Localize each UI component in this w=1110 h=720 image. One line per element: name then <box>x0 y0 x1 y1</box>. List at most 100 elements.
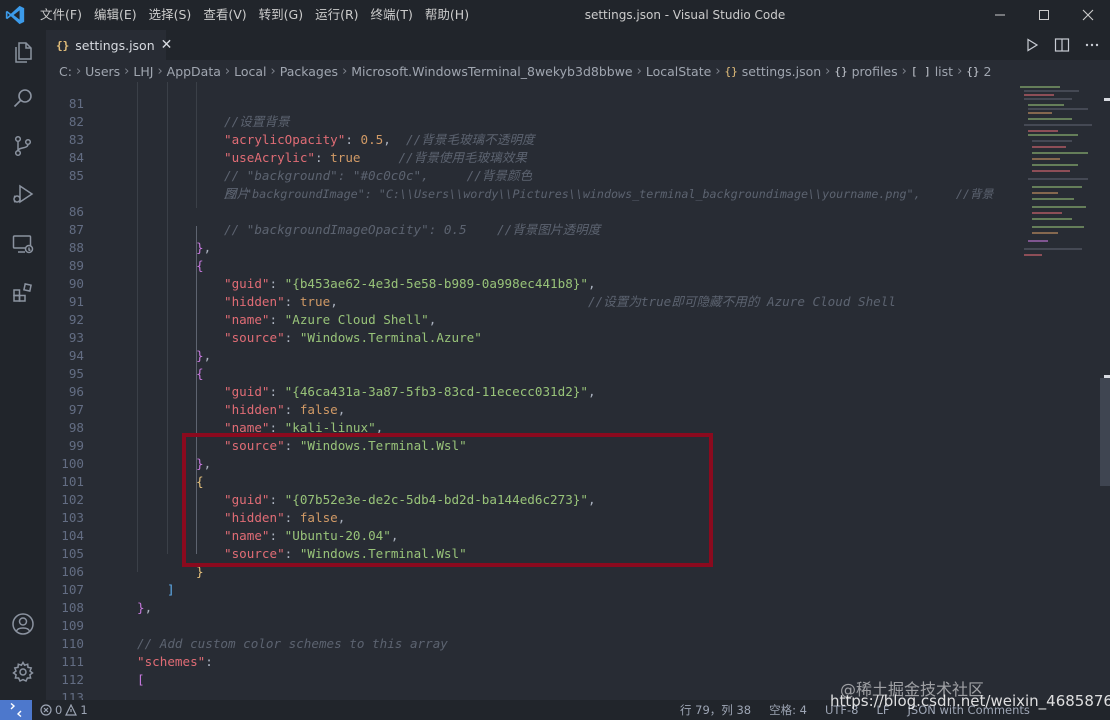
breadcrumb-item[interactable]: LocalState <box>646 64 712 79</box>
breadcrumb-item[interactable]: list <box>935 64 953 79</box>
warning-icon <box>65 704 78 716</box>
menu-selection[interactable]: 选择(S) <box>143 0 198 30</box>
object-symbol-icon: {} <box>834 64 848 78</box>
breadcrumb-item[interactable]: profiles <box>852 64 898 79</box>
breadcrumb-item[interactable]: C: <box>59 64 72 79</box>
chevron-right-icon: › <box>715 63 721 79</box>
activity-bar <box>0 30 46 700</box>
close-icon <box>1082 9 1094 21</box>
warning-count: 1 <box>80 703 88 717</box>
more-actions-icon[interactable] <box>1084 37 1100 53</box>
code-line-105: 105 } <box>46 527 1010 579</box>
remote-indicator-button[interactable] <box>0 700 32 720</box>
menu-view[interactable]: 查看(V) <box>197 0 252 30</box>
tab-settings-json[interactable]: {} settings.json ✕ <box>46 30 172 60</box>
breadcrumb-item[interactable]: Users <box>85 64 120 79</box>
source-control-button[interactable] <box>0 124 46 168</box>
code-line-108: 108 <box>46 581 1010 615</box>
code-line-85-wrap: 图片 <box>46 167 1010 201</box>
run-debug-button[interactable] <box>0 172 46 216</box>
code-line-98: 98 "source": "Windows.Terminal.Wsl" <box>46 401 1010 453</box>
code-line-111: 111 [ <box>46 635 1010 687</box>
explorer-button[interactable] <box>0 30 46 74</box>
window-controls <box>978 0 1110 30</box>
error-count: 0 <box>55 703 63 717</box>
code-line-94: 94 { <box>46 329 1010 381</box>
breadcrumb-item[interactable]: settings.json <box>742 64 821 79</box>
code-line-93: 93 }, <box>46 311 1010 363</box>
code-line-86: 86 // "backgroundImageOpacity": 0.5 //背景… <box>46 185 1010 237</box>
encoding[interactable]: UTF-8 <box>825 703 859 717</box>
code-line-107: 107 }, <box>46 563 1010 615</box>
indentation[interactable]: 空格: 4 <box>769 702 807 718</box>
minimap[interactable] <box>1016 82 1100 272</box>
menu-terminal[interactable]: 终端(T) <box>365 0 419 30</box>
end-of-line[interactable]: LF <box>876 703 889 717</box>
accounts-button[interactable] <box>0 602 46 646</box>
code-line-100: 100 { <box>46 437 1010 489</box>
editor-actions <box>1024 30 1100 60</box>
menu-help[interactable]: 帮助(H) <box>419 0 475 30</box>
code-line-90: 90 "hidden": true, //设置为true即可隐藏不用的 Azur… <box>46 257 1010 309</box>
breadcrumb-item[interactable]: 2 <box>984 64 992 79</box>
code-line-104: 104 "source": "Windows.Terminal.Wsl" <box>46 509 1010 561</box>
menu-file[interactable]: 文件(F) <box>34 0 88 30</box>
chevron-right-icon: › <box>957 63 963 79</box>
files-icon <box>15 42 32 63</box>
code-line-97: 97 "name": "kali-linux", <box>46 383 1010 435</box>
code-line-84: 84 // "background": "#0c0c0c", //背景颜色 <box>46 131 1010 183</box>
maximize-button[interactable] <box>1022 0 1066 30</box>
code-line-109: 109 // Add custom color schemes to this … <box>46 599 1010 651</box>
search-icon <box>13 89 32 108</box>
code-line-114: 114 <box>46 689 1010 700</box>
menu-go[interactable]: 转到(G) <box>253 0 309 30</box>
gear-icon <box>12 661 34 682</box>
run-icon[interactable] <box>1024 37 1040 53</box>
scrollbar-thumb[interactable] <box>1100 378 1110 486</box>
error-icon <box>40 704 52 716</box>
minimize-button[interactable] <box>978 0 1022 30</box>
remote-explorer-button[interactable] <box>0 222 46 266</box>
problems-indicator[interactable]: 0 1 <box>40 700 88 720</box>
account-icon <box>12 613 34 635</box>
breadcrumb-item[interactable]: Packages <box>280 64 338 79</box>
tab-close-icon[interactable]: ✕ <box>161 37 173 53</box>
breadcrumb-item[interactable]: LHJ <box>133 64 153 79</box>
menu-run[interactable]: 运行(R) <box>309 0 364 30</box>
extensions-button[interactable] <box>0 270 46 314</box>
search-button[interactable] <box>0 76 46 120</box>
chevron-right-icon: › <box>75 63 82 79</box>
code-line-91: 91 "name": "Azure Cloud Shell", <box>46 275 1010 327</box>
breadcrumb-item[interactable]: Local <box>234 64 266 79</box>
json-file-icon: {} <box>724 64 738 78</box>
language-mode[interactable]: JSON with Comments <box>908 703 1030 717</box>
code-line-87: 87 }, <box>46 203 1010 255</box>
tab-label: settings.json <box>75 37 155 53</box>
chevron-right-icon: › <box>825 63 831 79</box>
chevron-right-icon: › <box>224 63 231 79</box>
chevron-right-icon: › <box>636 63 642 79</box>
remote-explorer-icon <box>12 235 34 254</box>
status-right: 行 79，列 38 空格: 4 UTF-8 LF JSON with Comme… <box>680 700 1048 720</box>
code-line-81: 81 //设置背景 <box>46 82 1010 129</box>
close-window-button[interactable] <box>1066 0 1110 30</box>
code-line-85: 85 // "backgroundImage": "C:\\Users\\wor… <box>46 149 1010 201</box>
cursor-position[interactable]: 行 79，列 38 <box>680 702 751 718</box>
code-line-110: 110 "schemes": <box>46 617 1010 669</box>
code-editor[interactable]: 81 //设置背景 82 "acrylicOpacity": 0.5, //背景… <box>46 82 1010 700</box>
title-bar: 文件(F) 编辑(E) 选择(S) 查看(V) 转到(G) 运行(R) 终端(T… <box>0 0 1110 30</box>
vscode-logo-icon[interactable] <box>4 4 26 26</box>
split-editor-icon[interactable] <box>1054 37 1070 53</box>
menu-edit[interactable]: 编辑(E) <box>88 0 143 30</box>
breadcrumb-item[interactable]: AppData <box>167 64 221 79</box>
scrollbar-marker <box>1104 375 1110 378</box>
code-line-102: 102 "hidden": false, <box>46 473 1010 525</box>
chevron-right-icon: › <box>342 63 348 79</box>
maximize-icon <box>1039 10 1049 20</box>
code-line-82: 82 "acrylicOpacity": 0.5, //背景毛玻璃不透明度 <box>46 95 1010 147</box>
manage-button[interactable] <box>0 650 46 694</box>
breadcrumb-item[interactable]: Microsoft.WindowsTerminal_8wekyb3d8bbwe <box>351 64 632 79</box>
extensions-icon <box>13 283 32 302</box>
code-line-106: 106 ] <box>46 545 1010 597</box>
menu-bar: 文件(F) 编辑(E) 选择(S) 查看(V) 转到(G) 运行(R) 终端(T… <box>34 0 475 30</box>
